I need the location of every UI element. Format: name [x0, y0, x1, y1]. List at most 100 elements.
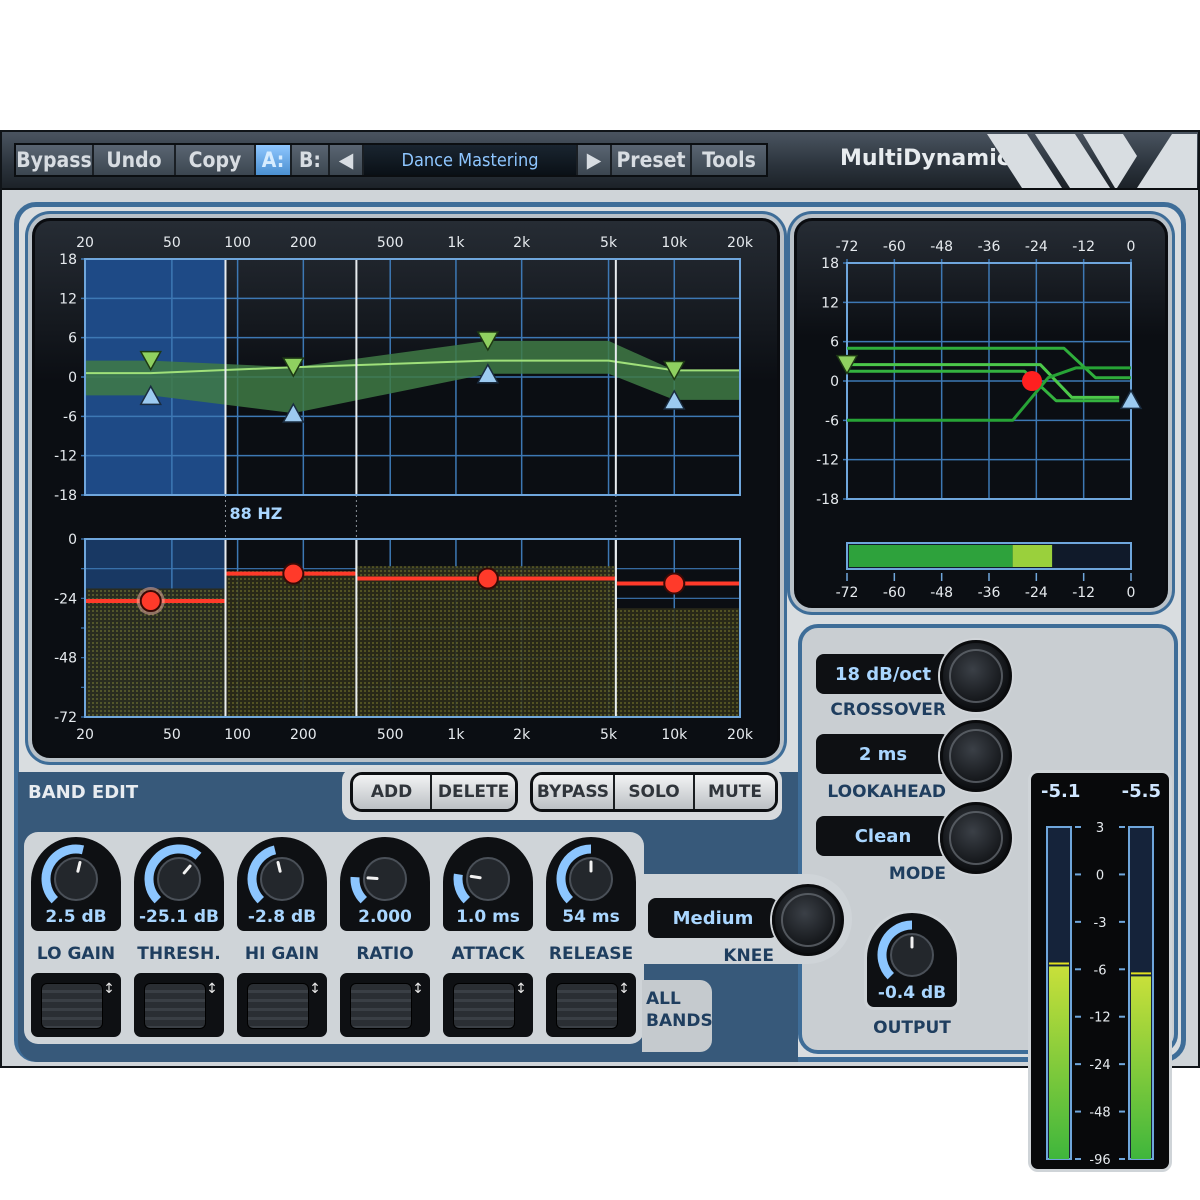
knee-label: KNEE — [723, 946, 774, 966]
gain-tick-label: 6 — [68, 331, 77, 347]
meter-scale-label: -96 — [1089, 1153, 1110, 1168]
knob-body — [466, 857, 510, 901]
output-label: OUTPUT — [873, 1018, 951, 1038]
eq-display[interactable]: 20 20 50 50 100 100 200 200 500 500 1k 1k 2k 2k 5k 5k 10… — [35, 221, 777, 755]
add-delete-group: ADD DELETE — [350, 772, 518, 812]
freq-tick-label-top: 5k — [600, 235, 618, 251]
thresh-all-bands-fader[interactable]: ↕ — [131, 970, 227, 1040]
right-peak-readout[interactable]: -5.5 — [1122, 781, 1161, 802]
fader-cap[interactable] — [41, 983, 103, 1029]
lookahead-knob[interactable] — [940, 720, 1012, 792]
eq-display-panel: 20 20 50 50 100 100 200 200 500 500 1k 1k 2k 2k 5k 5k 10… — [32, 218, 780, 758]
gain-tick-label: 0 — [68, 370, 77, 386]
meter-x-tick-bottom: -12 — [1072, 585, 1095, 601]
previous-preset-button[interactable]: ◀ — [330, 145, 364, 175]
release-all-bands-fader[interactable]: ↕ — [543, 970, 639, 1040]
transfer-x-tick-top: -24 — [1025, 239, 1048, 255]
up-down-arrow-icon: ↕ — [309, 981, 321, 997]
left-peak-readout[interactable]: -5.1 — [1041, 781, 1080, 802]
thresh-value: -25.1 dB — [138, 907, 220, 927]
hi-gain-all-bands-fader[interactable]: ↕ — [234, 970, 330, 1040]
meter-scale-label: 0 — [1096, 868, 1104, 883]
tools-menu-button[interactable]: Tools — [692, 145, 766, 175]
output-knob-unit: -0.4 dB — [864, 910, 960, 1010]
transfer-graph[interactable]: -72-72-60-60-48-48-36-36-24-24-12-120018… — [797, 221, 1165, 605]
toolbar-button-group: Bypass Undo Copy A: B: ◀ Dance Mastering… — [14, 143, 768, 177]
add-band-button[interactable]: ADD — [353, 775, 433, 809]
bypass-button[interactable]: Bypass — [16, 145, 94, 175]
lo-gain-all-bands-fader[interactable]: ↕ — [28, 970, 124, 1040]
fader-cap[interactable] — [350, 983, 412, 1029]
transfer-x-tick-top: -60 — [883, 239, 906, 255]
threshold-tick-label: -24 — [54, 591, 77, 607]
mode-knob[interactable] — [940, 802, 1012, 874]
freq-tick-label-top: 100 — [224, 235, 251, 251]
crossover-label: CROSSOVER — [830, 700, 946, 720]
copy-button[interactable]: Copy — [176, 145, 256, 175]
all-bands-label: ALL BANDS — [642, 980, 713, 1052]
attack-value: 1.0 ms — [456, 907, 520, 927]
lookahead-label: LOOKAHEAD — [827, 782, 946, 802]
attack-all-bands-fader[interactable]: ↕ — [440, 970, 536, 1040]
transfer-y-tick: -18 — [816, 492, 839, 508]
band-bypass-button[interactable]: BYPASS — [533, 775, 615, 809]
crossover-frequency-readout: 88 HZ — [229, 504, 282, 523]
band-mute-button[interactable]: MUTE — [695, 775, 775, 809]
delete-band-button[interactable]: DELETE — [432, 775, 515, 809]
crossover-knob[interactable] — [940, 640, 1012, 712]
hi-gain-label: HI GAIN — [244, 944, 320, 964]
meter-x-tick-bottom: -72 — [836, 585, 859, 601]
threshold-tick-label: -72 — [54, 710, 77, 726]
input-meter-level — [849, 545, 1013, 567]
ratio-all-bands-fader[interactable]: ↕ — [337, 970, 433, 1040]
threshold-tick-label: -48 — [54, 651, 77, 667]
ratio-knob-unit: 2.000 — [337, 834, 433, 934]
knee-knob[interactable] — [772, 884, 844, 956]
ab-slot-a-button[interactable]: A: — [256, 145, 292, 175]
lookahead-value-display: 2 ms — [816, 734, 950, 774]
transfer-x-tick-top: -12 — [1072, 239, 1095, 255]
meter-scale-label: -6 — [1094, 963, 1107, 978]
up-down-arrow-icon: ↕ — [515, 981, 527, 997]
gain-tick-label: 12 — [59, 291, 77, 307]
multidynamics-plugin-window: Bypass Undo Copy A: B: ◀ Dance Mastering… — [0, 130, 1200, 1172]
hi-gain-value: -2.8 dB — [247, 907, 317, 927]
freq-tick-label-bottom: 200 — [290, 727, 317, 743]
left-meter-level — [1049, 966, 1069, 1159]
up-down-arrow-icon: ↕ — [412, 981, 424, 997]
threshold-handle — [139, 590, 162, 613]
freq-tick-label-top: 10k — [661, 235, 688, 251]
band-activity-fill — [615, 608, 740, 717]
release-knob-unit: 54 ms — [543, 834, 639, 934]
transfer-y-tick: 12 — [821, 295, 839, 311]
fader-cap[interactable] — [556, 983, 618, 1029]
threshold-handle — [476, 567, 499, 590]
input-meter-peak — [1012, 545, 1053, 567]
freq-tick-label-bottom: 2k — [513, 727, 531, 743]
transfer-graph-panel: -72 -72 -60 -60 -48 -48 -36 -36 -24 -24 -12 -12 0 0 18… — [794, 218, 1168, 608]
hi-gain-marker-icon — [1119, 388, 1143, 410]
preset-menu-button[interactable]: Preset — [612, 145, 692, 175]
preset-name-display[interactable]: Dance Mastering — [364, 145, 578, 175]
up-down-arrow-icon: ↕ — [206, 981, 218, 997]
meter-x-tick-bottom: -48 — [930, 585, 953, 601]
thresh-knob-unit: -25.1 dB — [131, 834, 227, 934]
band-solo-button[interactable]: SOLO — [614, 775, 696, 809]
next-preset-button[interactable]: ▶ — [578, 145, 612, 175]
undo-button[interactable]: Undo — [94, 145, 176, 175]
band-activity-fill — [225, 571, 357, 717]
freq-tick-label-top: 1k — [447, 235, 465, 251]
fader-cap[interactable] — [144, 983, 206, 1029]
fader-cap[interactable] — [247, 983, 309, 1029]
freq-tick-label-bottom: 500 — [377, 727, 404, 743]
meter-scale-label: -48 — [1089, 1106, 1110, 1121]
ab-slot-b-button[interactable]: B: — [292, 145, 330, 175]
meter-scale-label: -3 — [1094, 916, 1107, 931]
freq-tick-label-bottom: 20 — [76, 727, 94, 743]
transfer-x-tick-top: -72 — [836, 239, 859, 255]
fader-cap[interactable] — [453, 983, 515, 1029]
ratio-value: 2.000 — [358, 907, 412, 927]
transfer-x-tick-top: -36 — [978, 239, 1001, 255]
threshold-handle — [663, 572, 686, 595]
output-meter: -5.1 -5.5 3 0 -3 -6 -12 -24 -48 -96 — [1028, 770, 1172, 1172]
